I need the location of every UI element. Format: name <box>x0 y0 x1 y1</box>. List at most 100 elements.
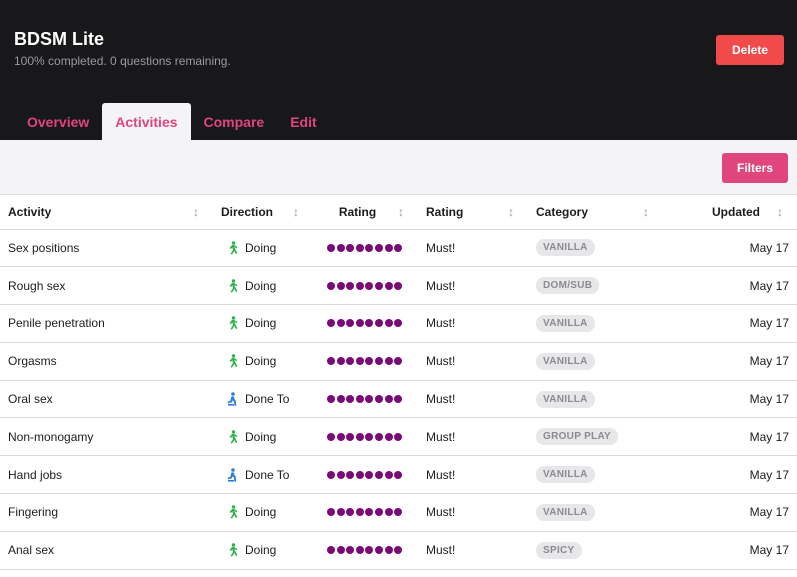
column-header-direction[interactable]: Direction ↕ <box>213 196 313 230</box>
rating-dot <box>394 508 403 517</box>
tab-bar: Overview Activities Compare Edit <box>14 103 330 140</box>
direction-label: Doing <box>245 429 277 444</box>
updated-cell: May 17 <box>663 493 797 532</box>
rating-dot <box>346 508 355 517</box>
table-row[interactable]: Penile penetration Doing Must! VANILLA May 1… <box>0 304 797 343</box>
category-cell: VANILLA <box>528 493 663 532</box>
table-row[interactable]: Orgasms Doing Must! VANILLA May 17 <box>0 342 797 381</box>
activity-cell: Rough sex <box>0 266 213 306</box>
category-badge: VANILLA <box>536 466 595 484</box>
rating-dot <box>327 319 335 328</box>
rating-dot <box>336 357 345 366</box>
column-label: Category <box>536 205 589 220</box>
category-cell: VANILLA <box>528 304 663 343</box>
activities-table: Activity ↕ Direction ↕ Rating ↕ Rating ↕ Cat… <box>0 196 797 570</box>
rating-dot <box>327 243 335 252</box>
rating-dot <box>327 470 335 479</box>
column-label: Direction <box>221 205 274 220</box>
table-row[interactable]: Oral sex Done To Must! VANILLA May 17 <box>0 380 797 419</box>
rating-dot <box>374 508 383 517</box>
direction-cell: Doing <box>213 304 313 343</box>
table-row[interactable]: Sex positions Doing Must! VANILLA May 17 <box>0 229 797 268</box>
rating-dot <box>346 357 355 366</box>
category-cell: VANILLA <box>528 229 663 268</box>
rating-dot <box>394 395 403 404</box>
rating-dot <box>374 432 383 441</box>
direction-label: Doing <box>245 543 277 558</box>
page-header: BDSM Lite 100% completed. 0 questions re… <box>0 0 797 140</box>
rating-dot <box>374 395 383 404</box>
category-badge: GROUP PLAY <box>536 428 619 446</box>
rating-dot <box>394 470 403 479</box>
column-header-activity[interactable]: Activity ↕ <box>0 196 213 230</box>
rating-dot <box>336 508 345 517</box>
activity-cell: Fingering <box>0 493 213 532</box>
direction-cell: Doing <box>213 531 313 570</box>
rating-dot <box>365 243 374 252</box>
tab-activities[interactable]: Activities <box>102 103 191 140</box>
rating-cell: Must! <box>418 342 528 381</box>
table-row[interactable]: Rough sex Doing Must! DOM/SUB May 17 <box>0 266 797 306</box>
rating-dot <box>346 319 355 328</box>
rating-dot <box>346 546 355 555</box>
rating-dots <box>321 432 410 441</box>
table-row[interactable]: Hand jobs Done To Must! VANILLA May 17 <box>0 455 797 495</box>
direction-cell: Doing <box>213 229 313 268</box>
rating-dots <box>321 546 410 555</box>
direction-label: Done To <box>245 467 290 482</box>
rating-dot <box>327 432 335 441</box>
rating-dot <box>394 281 403 290</box>
table-body: Sex positions Doing Must! VANILLA May 17 Roug… <box>0 229 797 570</box>
rating-dot <box>327 395 335 404</box>
column-header-rating[interactable]: Rating ↕ <box>418 196 528 230</box>
column-header-updated[interactable]: Updated ↕ <box>663 196 797 230</box>
rating-dot <box>355 432 364 441</box>
running-person-icon <box>225 278 239 293</box>
delete-button[interactable]: Delete <box>716 35 784 65</box>
rating-dot <box>394 432 403 441</box>
filters-button[interactable]: Filters <box>722 153 788 183</box>
rating-dot <box>346 281 355 290</box>
column-header-category[interactable]: Category ↕ <box>528 196 663 230</box>
rating-dot <box>365 432 374 441</box>
table-row[interactable]: Anal sex Doing Must! SPICY May 17 <box>0 531 797 570</box>
category-cell: SPICY <box>528 531 663 570</box>
rating-dot <box>336 432 345 441</box>
running-person-icon <box>225 316 239 331</box>
rating-dot <box>384 243 393 252</box>
tab-compare[interactable]: Compare <box>191 103 278 140</box>
rating-dot <box>365 508 374 517</box>
direction-cell: Done To <box>213 455 313 495</box>
rating-dots-cell <box>313 304 418 343</box>
updated-cell: May 17 <box>663 342 797 381</box>
rating-dot <box>394 319 403 328</box>
running-person-icon <box>225 430 239 444</box>
tab-edit[interactable]: Edit <box>277 103 329 140</box>
kneeling-person-icon <box>225 392 239 406</box>
column-header-rating-dots[interactable]: Rating ↕ <box>313 196 418 230</box>
table-row[interactable]: Non-monogamy Doing Must! GROUP PLAY May 17 <box>0 417 797 457</box>
rating-dot <box>394 243 403 252</box>
rating-dot <box>336 319 345 328</box>
activity-cell: Orgasms <box>0 342 213 381</box>
rating-dots <box>321 470 410 479</box>
rating-cell: Must! <box>418 266 528 306</box>
rating-dot <box>336 243 345 252</box>
rating-dots <box>321 243 410 252</box>
rating-dot <box>355 470 364 479</box>
direction-label: Doing <box>245 354 277 369</box>
direction-cell: Doing <box>213 417 313 457</box>
rating-dot <box>346 432 355 441</box>
rating-dot <box>327 281 335 290</box>
kneeling-person-icon <box>225 467 239 482</box>
tab-overview[interactable]: Overview <box>14 103 102 140</box>
rating-cell: Must! <box>418 380 528 419</box>
rating-dot <box>384 470 393 479</box>
direction-label: Doing <box>245 505 277 520</box>
column-label: Activity <box>8 205 52 220</box>
rating-dot <box>365 281 374 290</box>
rating-dots-cell <box>313 229 418 268</box>
activity-cell: Oral sex <box>0 380 213 419</box>
table-row[interactable]: Fingering Doing Must! VANILLA May 17 <box>0 493 797 532</box>
rating-dots <box>321 508 410 517</box>
